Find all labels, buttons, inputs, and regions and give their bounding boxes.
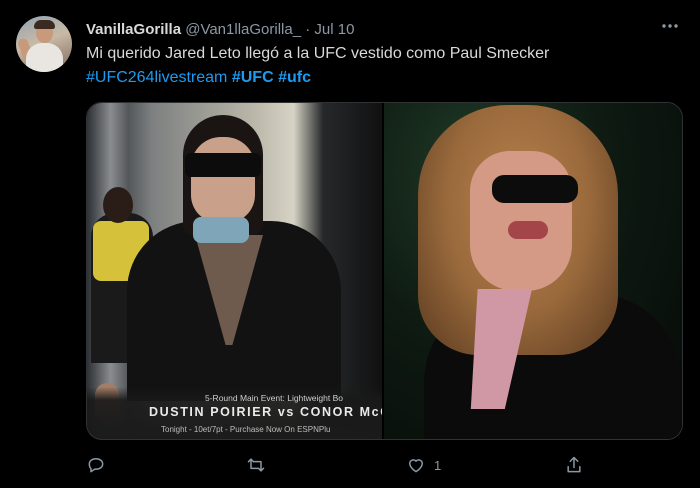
share-button[interactable] — [564, 453, 584, 477]
like-count: 1 — [434, 457, 442, 473]
scarf-blue — [193, 217, 249, 243]
tweet: VanillaGorilla @Van1llaGorilla_ · Jul 10… — [0, 0, 700, 488]
caption-event: 5-Round Main Event: Lightweight Bo — [205, 393, 343, 403]
avatar-body — [26, 43, 63, 72]
tweet-actions: 1 — [86, 450, 680, 480]
media-image-left[interactable]: 5-Round Main Event: Lightweight Bo DUSTI… — [87, 103, 382, 439]
retweet-icon — [247, 458, 265, 472]
avatar[interactable] — [16, 16, 72, 72]
separator-dot: · — [305, 21, 311, 38]
tweet-date[interactable]: Jul 10 — [314, 21, 354, 38]
avatar-hair — [34, 20, 55, 29]
hashtag-ufc-lower[interactable]: #ufc — [278, 69, 311, 86]
retweet-button[interactable] — [246, 453, 266, 477]
sunglasses-left — [185, 153, 261, 177]
reply-button[interactable] — [86, 453, 106, 477]
like-button[interactable]: 1 — [406, 453, 441, 477]
broadcast-caption: 5-Round Main Event: Lightweight Bo DUSTI… — [87, 387, 382, 439]
face — [191, 137, 255, 223]
reply-icon — [88, 458, 104, 473]
more-icon[interactable] — [658, 16, 682, 40]
hashtag-ufc-upper[interactable]: #UFC — [232, 69, 274, 86]
tweet-header: VanillaGorilla @Van1llaGorilla_ · Jul 10 — [86, 20, 354, 40]
like-icon — [409, 459, 423, 473]
tweet-text: Mi querido Jared Leto llegó a la UFC ves… — [86, 45, 550, 62]
tweet-media[interactable]: 5-Round Main Event: Lightweight Bo DUSTI… — [86, 102, 683, 440]
display-name[interactable]: VanillaGorilla — [86, 21, 181, 38]
sunglasses-right — [492, 175, 578, 203]
lips — [508, 221, 548, 239]
media-image-right[interactable] — [384, 103, 682, 439]
user-handle[interactable]: @Van1llaGorilla_ — [185, 21, 301, 38]
caption-schedule: Tonight - 10et/7pt - Purchase Now On ESP… — [161, 425, 331, 434]
bg-head — [103, 187, 133, 223]
hashtag-ufc264livestream[interactable]: #UFC264livestream — [86, 69, 227, 86]
caption-fighters: DUSTIN POIRIER vs CONOR McG — [149, 405, 382, 419]
hashtags: #UFC264livestream #UFC #ufc — [86, 67, 311, 89]
share-icon — [567, 456, 581, 473]
